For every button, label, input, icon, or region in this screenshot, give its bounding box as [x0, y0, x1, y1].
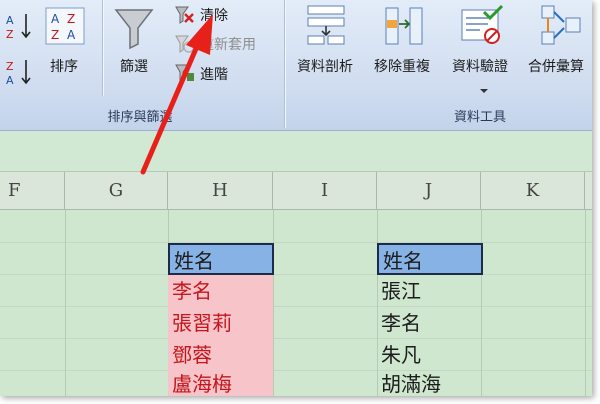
annotation-arrow-icon — [140, 14, 213, 175]
excel-window: AZ ZA AZZA 排序 篩選 清除 重新套用 進階 排序與篩選 資料剖析 移… — [0, 0, 592, 396]
